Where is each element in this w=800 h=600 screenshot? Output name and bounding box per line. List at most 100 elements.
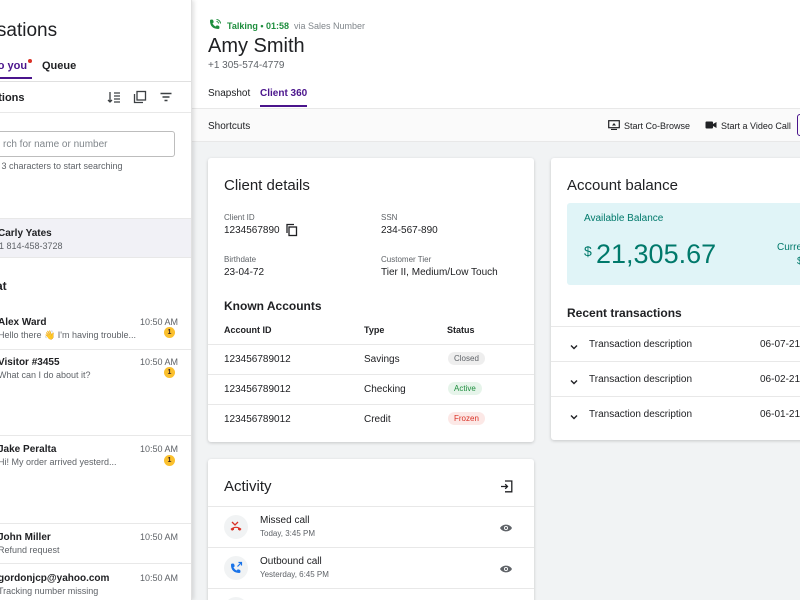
shortcuts-label: Shortcuts	[208, 121, 251, 132]
tab-client-360[interactable]: Client 360	[260, 88, 308, 107]
chat-section-title: at	[0, 279, 7, 293]
current-balance-label: Curre	[777, 242, 800, 253]
activity-item[interactable]	[208, 588, 534, 600]
transaction-description: Transaction description	[589, 374, 693, 385]
client-id-value: 1234567890	[224, 225, 280, 236]
activity-item[interactable]: Outbound call Yesterday, 6:45 PM	[208, 547, 534, 588]
conversation-name: John Miller	[0, 532, 51, 543]
account-type-cell: Checking	[364, 384, 406, 395]
eye-icon[interactable]	[499, 520, 513, 538]
open-activity-icon[interactable]	[500, 480, 513, 498]
chevron-down-icon[interactable]	[569, 374, 579, 392]
client-id-label: Client ID	[224, 213, 255, 222]
client-details-card: Client details Client ID 1234567890 SSN …	[208, 158, 534, 442]
list-toolbar	[106, 89, 174, 105]
unread-dot	[28, 59, 33, 63]
conversation-item[interactable]: gordonjcp@yahoo.com Tracking number miss…	[0, 564, 191, 600]
birthdate-label: Birthdate	[224, 255, 257, 264]
balance-panel: Available Balance $ 21,305.67 Curre $	[567, 203, 800, 285]
conversation-preview: Hi! My order arrived yesterd...	[0, 457, 117, 467]
account-balance-title: Account balance	[567, 177, 678, 194]
active-contact-row[interactable]: Carly Yates -1 814-458-3728	[0, 218, 191, 258]
transaction-row[interactable]: Transaction description 06-01-21	[551, 396, 800, 432]
account-balance-card: Account balance Available Balance $ 21,3…	[551, 158, 800, 440]
call-via-text: via Sales Number	[294, 21, 366, 31]
panel-title: ersations	[0, 20, 58, 41]
ssn-value: 234-567-890	[381, 225, 438, 236]
conversations-panel: ersations l to you Queue sations st 3 ch…	[0, 0, 192, 600]
tab-assigned-to-you[interactable]: l to you	[0, 59, 33, 79]
account-type-cell: Credit	[364, 414, 391, 425]
customer-tier-value: Tier II, Medium/Low Touch	[381, 267, 498, 278]
available-balance-label: Available Balance	[584, 213, 664, 224]
ssn-label: SSN	[381, 213, 398, 222]
eye-icon[interactable]	[499, 561, 513, 579]
search-hint: st 3 characters to start searching	[0, 161, 123, 171]
available-balance-amount: 21,305.67	[596, 239, 717, 269]
transaction-date: 06-07-21	[760, 339, 800, 350]
copy-icon[interactable]	[285, 223, 298, 242]
conversation-item[interactable]: Alex Ward Hello there 👋 I'm having troub…	[0, 310, 191, 350]
missed-call-icon	[224, 515, 248, 539]
customer-tier-label: Customer Tier	[381, 255, 432, 264]
filter-icon[interactable]	[158, 89, 174, 105]
conversation-name: gordonjcp@yahoo.com	[0, 573, 110, 584]
transaction-date: 06-02-21	[760, 374, 800, 385]
chevron-down-icon[interactable]	[569, 409, 579, 427]
video-camera-icon	[705, 120, 717, 132]
search-input[interactable]	[0, 131, 175, 157]
conversation-preview: Tracking number missing	[0, 586, 99, 596]
transaction-row[interactable]: Transaction description 06-02-21	[551, 361, 800, 397]
start-video-call-button[interactable]: Start a Video Call	[705, 120, 791, 132]
conversation-time: 10:50 AM	[140, 357, 179, 367]
conversation-name: Visitor #3455	[0, 357, 60, 368]
birthdate-value: 23-04-72	[224, 267, 265, 278]
conversation-time: 10:50 AM	[140, 317, 179, 327]
select-all-icon[interactable]	[132, 89, 148, 105]
status-badge: Active	[448, 382, 482, 395]
conversation-name: Jake Peralta	[0, 444, 57, 455]
conversation-item[interactable]: John Miller Refund request 10:50 AM	[0, 524, 191, 564]
conversation-preview: Hello there 👋 I'm having trouble...	[0, 330, 136, 340]
customer-name: Amy Smith	[208, 35, 305, 57]
tab-snapshot[interactable]: Snapshot	[208, 88, 250, 105]
client-details-title: Client details	[224, 177, 310, 194]
cobrowse-icon	[608, 120, 620, 132]
shortcuts-bar: Shortcuts Start Co-Browse Start a Video …	[192, 108, 800, 142]
conversation-item[interactable]: Jake Peralta Hi! My order arrived yester…	[0, 436, 191, 524]
active-contact-name: Carly Yates	[0, 228, 52, 239]
activity-item-title: Outbound call	[260, 556, 322, 567]
unread-badge: 1	[164, 455, 175, 466]
account-type-cell: Savings	[364, 354, 400, 365]
activity-card: Activity Missed call Today, 3:45 PM Outb…	[208, 459, 534, 600]
column-header-type: Type	[364, 325, 385, 335]
conversation-time: 10:50 AM	[140, 573, 179, 583]
customer-header: Talking • 01:58 via Sales Number Amy Smi…	[192, 0, 800, 108]
activity-item-time: Yesterday, 6:45 PM	[260, 570, 329, 579]
unread-badge: 1	[164, 327, 175, 338]
phone-talking-icon	[208, 18, 222, 34]
transaction-description: Transaction description	[589, 409, 693, 420]
transaction-row[interactable]: Transaction description 06-07-21	[551, 326, 800, 362]
account-id-cell: 123456789012	[224, 384, 291, 395]
call-status-text: Talking • 01:58	[227, 21, 290, 31]
tab-queue[interactable]: Queue	[42, 60, 76, 72]
active-contact-phone: -1 814-458-3728	[0, 241, 63, 251]
unread-badge: 1	[164, 367, 175, 378]
divider	[0, 112, 191, 113]
table-row[interactable]: 123456789012 Checking Active	[208, 374, 534, 404]
status-badge: Closed	[448, 352, 485, 365]
chevron-down-icon[interactable]	[569, 339, 579, 357]
start-cobrowse-button[interactable]: Start Co-Browse	[608, 120, 690, 132]
account-id-cell: 123456789012	[224, 354, 291, 365]
transaction-description: Transaction description	[589, 339, 693, 350]
activity-item[interactable]: Missed call Today, 3:45 PM	[208, 506, 534, 547]
call-status: Talking • 01:58 via Sales Number	[208, 18, 365, 34]
tab-assigned-label: l to you	[0, 60, 28, 72]
conversation-item[interactable]: Visitor #3455 What can I do about it? 10…	[0, 350, 191, 436]
video-call-label: Start a Video Call	[721, 121, 791, 131]
transaction-date: 06-01-21	[760, 409, 800, 420]
table-row[interactable]: 123456789012 Credit Frozen	[208, 404, 534, 434]
sort-icon[interactable]	[106, 89, 122, 105]
table-row[interactable]: 123456789012 Savings Closed	[208, 344, 534, 374]
